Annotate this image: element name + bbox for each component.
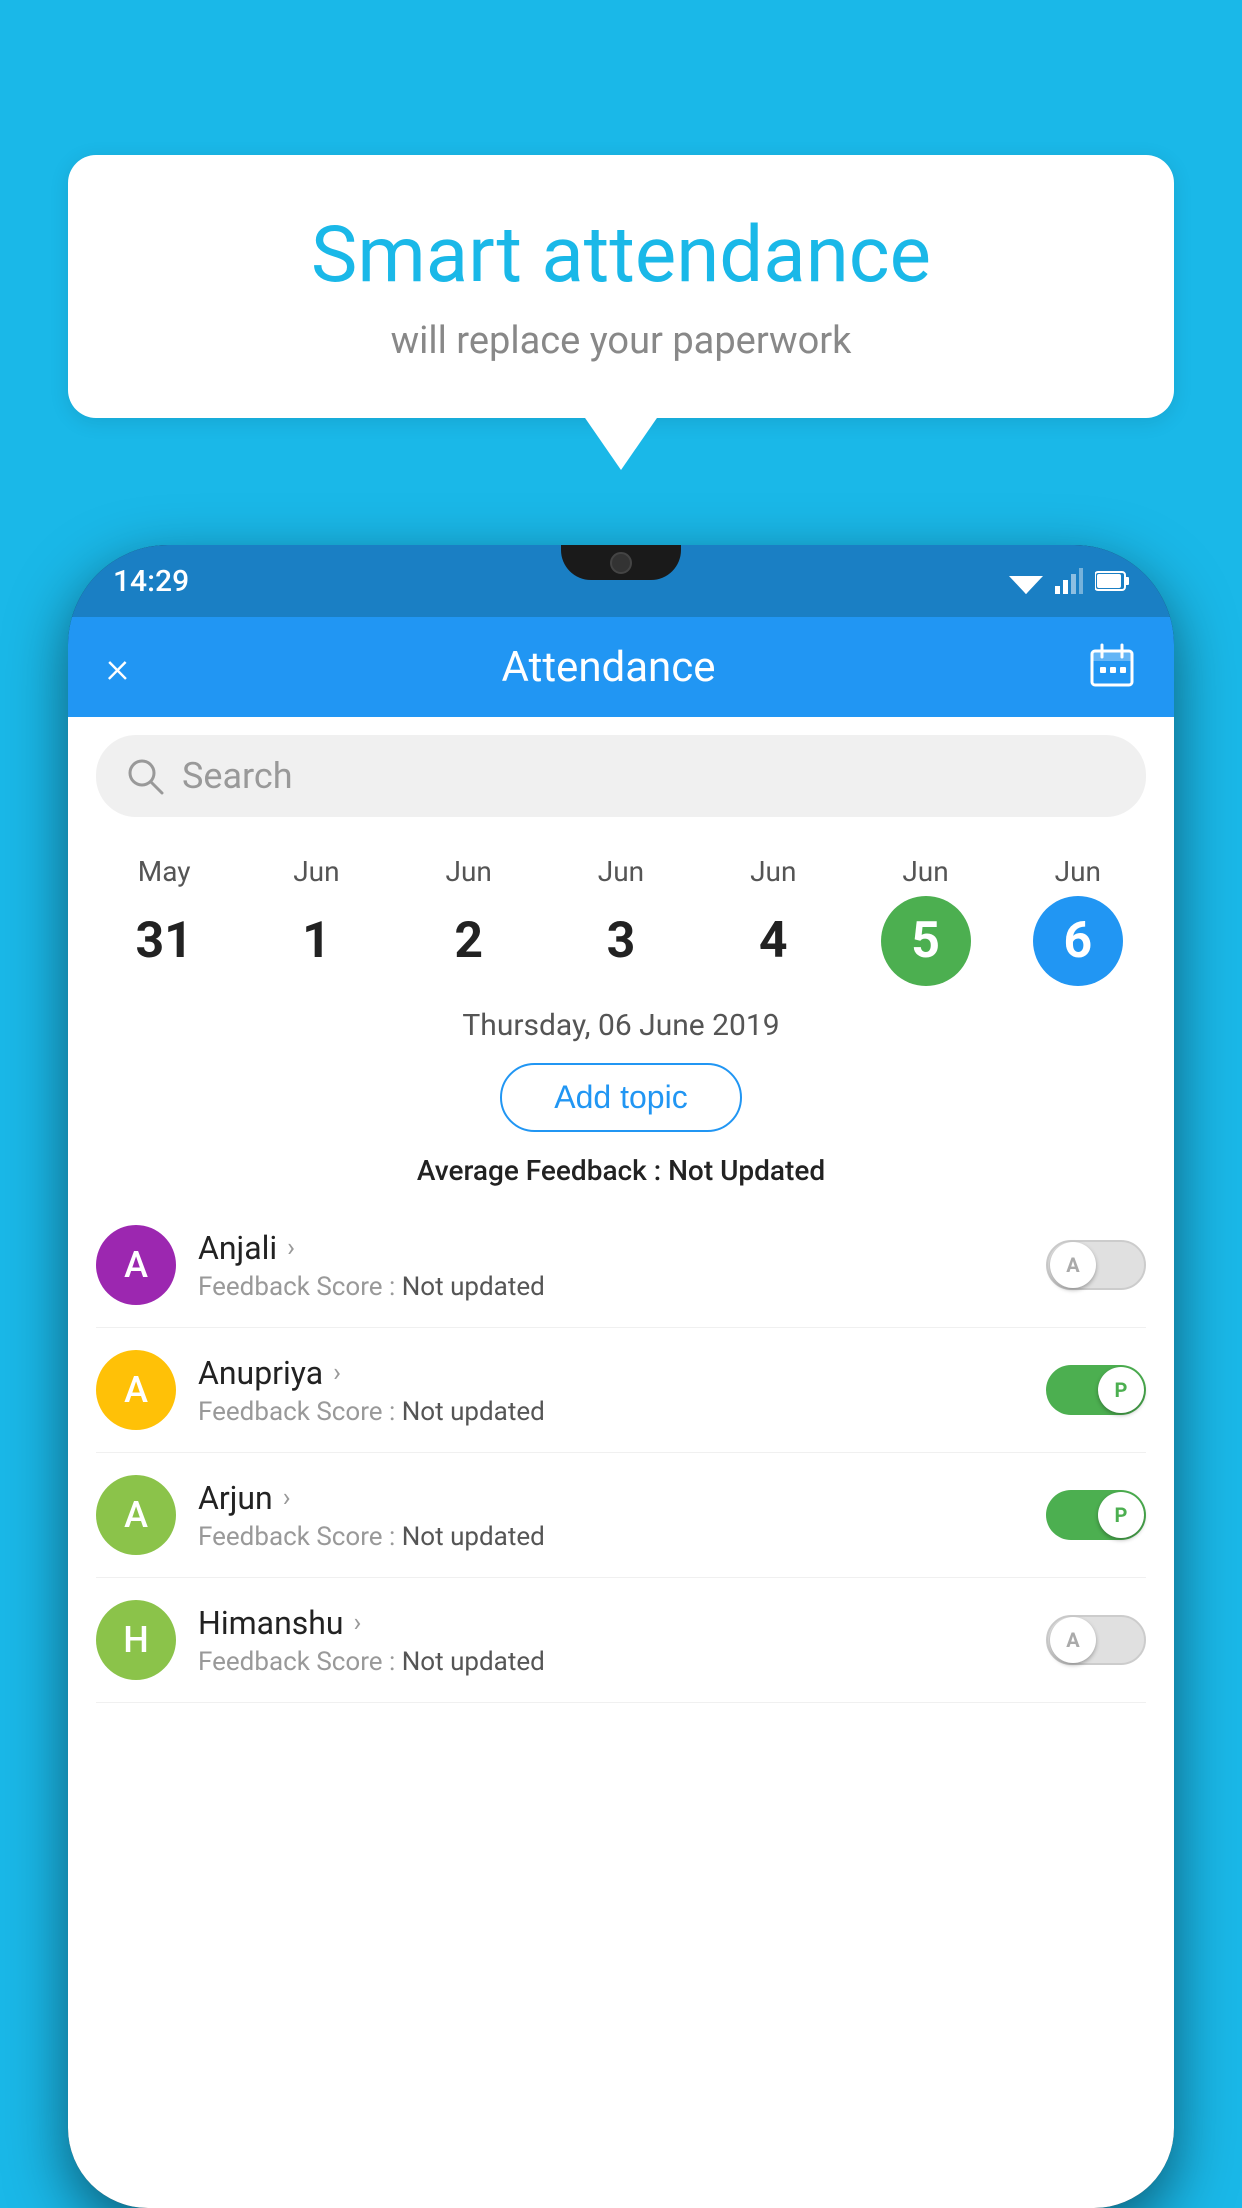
wifi-icon <box>1009 568 1043 594</box>
signal-icon <box>1055 568 1083 594</box>
notch <box>561 545 681 580</box>
date-month: Jun <box>446 855 492 888</box>
calendar-strip: May 31 Jun 1 Jun 2 Jun 3 Jun 4 Jun 5 Jun 6 <box>68 835 1174 996</box>
date-number: 6 <box>1033 896 1123 986</box>
status-time: 14:29 <box>113 564 189 599</box>
student-list: AAnjali ›Feedback Score : Not updatedAAA… <box>68 1203 1174 1703</box>
date-month: Jun <box>902 855 948 888</box>
student-name: Himanshu › <box>198 1604 1024 1642</box>
avatar: A <box>96 1475 176 1555</box>
camera-notch <box>610 552 632 574</box>
toggle-knob: A <box>1050 1242 1096 1288</box>
student-info: Anjali › Feedback Score : Not updated <box>198 1229 1024 1302</box>
date-number: 31 <box>119 896 209 986</box>
student-name: Arjun › <box>198 1479 1024 1517</box>
student-name: Anupriya › <box>198 1354 1024 1392</box>
toggle-knob: P <box>1098 1367 1144 1413</box>
search-container: Search <box>68 717 1174 835</box>
bubble-subtitle: will replace your paperwork <box>128 319 1114 363</box>
toggle-knob: A <box>1050 1617 1096 1663</box>
feedback-score: Feedback Score : Not updated <box>198 1522 1024 1552</box>
chevron-icon: › <box>287 1233 295 1263</box>
phone-screen: Search May 31 Jun 1 Jun 2 Jun 3 Jun 4 Jun 5 Jun 6 Thu… <box>68 717 1174 2208</box>
phone-frame: 14:29 × Attendance <box>68 545 1174 2208</box>
battery-icon <box>1095 568 1129 594</box>
date-month: Jun <box>750 855 796 888</box>
date-item[interactable]: Jun 6 <box>1033 855 1123 986</box>
status-icons <box>1009 568 1129 594</box>
date-item[interactable]: Jun 4 <box>728 855 818 986</box>
date-number: 2 <box>424 896 514 986</box>
student-item[interactable]: H Himanshu › Feedback Score : Not updated A <box>96 1578 1146 1703</box>
student-info: Arjun › Feedback Score : Not updated <box>198 1479 1024 1552</box>
date-number: 4 <box>728 896 818 986</box>
attendance-toggle[interactable]: A <box>1046 1615 1146 1665</box>
date-month: Jun <box>293 855 339 888</box>
date-item[interactable]: Jun 5 <box>881 855 971 986</box>
chevron-icon: › <box>283 1483 291 1513</box>
chevron-icon: › <box>333 1358 341 1388</box>
avatar: A <box>96 1225 176 1305</box>
search-icon <box>126 757 164 795</box>
avg-feedback-label: Average Feedback : <box>417 1154 668 1187</box>
add-topic-button[interactable]: Add topic <box>500 1063 741 1132</box>
search-placeholder: Search <box>182 755 293 797</box>
bubble-title: Smart attendance <box>128 210 1114 301</box>
avg-feedback-value: Not Updated <box>668 1154 825 1187</box>
date-month: May <box>138 855 191 888</box>
close-button[interactable]: × <box>106 641 129 693</box>
attendance-toggle[interactable]: P <box>1046 1490 1146 1540</box>
avatar: A <box>96 1350 176 1430</box>
date-number: 3 <box>576 896 666 986</box>
date-number: 5 <box>881 896 971 986</box>
date-item[interactable]: Jun 3 <box>576 855 666 986</box>
chevron-icon: › <box>354 1608 362 1638</box>
date-item[interactable]: Jun 2 <box>424 855 514 986</box>
student-name: Anjali › <box>198 1229 1024 1267</box>
date-month: Jun <box>1055 855 1101 888</box>
date-month: Jun <box>598 855 644 888</box>
feedback-score: Feedback Score : Not updated <box>198 1272 1024 1302</box>
attendance-toggle[interactable]: A <box>1046 1240 1146 1290</box>
search-bar[interactable]: Search <box>96 735 1146 817</box>
feedback-score: Feedback Score : Not updated <box>198 1397 1024 1427</box>
avg-feedback: Average Feedback : Not Updated <box>68 1144 1174 1203</box>
avatar: H <box>96 1600 176 1680</box>
app-header: × Attendance <box>68 617 1174 717</box>
status-bar: 14:29 <box>68 545 1174 617</box>
header-title: Attendance <box>502 643 716 692</box>
speech-bubble: Smart attendance will replace your paper… <box>68 155 1174 418</box>
date-item[interactable]: Jun 1 <box>271 855 361 986</box>
student-info: Anupriya › Feedback Score : Not updated <box>198 1354 1024 1427</box>
selected-date: Thursday, 06 June 2019 <box>68 996 1174 1051</box>
calendar-icon[interactable] <box>1088 641 1136 693</box>
toggle-knob: P <box>1098 1492 1144 1538</box>
date-item[interactable]: May 31 <box>119 855 209 986</box>
attendance-toggle[interactable]: P <box>1046 1365 1146 1415</box>
date-number: 1 <box>271 896 361 986</box>
feedback-score: Feedback Score : Not updated <box>198 1647 1024 1677</box>
student-item[interactable]: A Anupriya › Feedback Score : Not updated P <box>96 1328 1146 1453</box>
student-info: Himanshu › Feedback Score : Not updated <box>198 1604 1024 1677</box>
student-item[interactable]: A Anjali › Feedback Score : Not updated A <box>96 1203 1146 1328</box>
student-item[interactable]: A Arjun › Feedback Score : Not updated P <box>96 1453 1146 1578</box>
